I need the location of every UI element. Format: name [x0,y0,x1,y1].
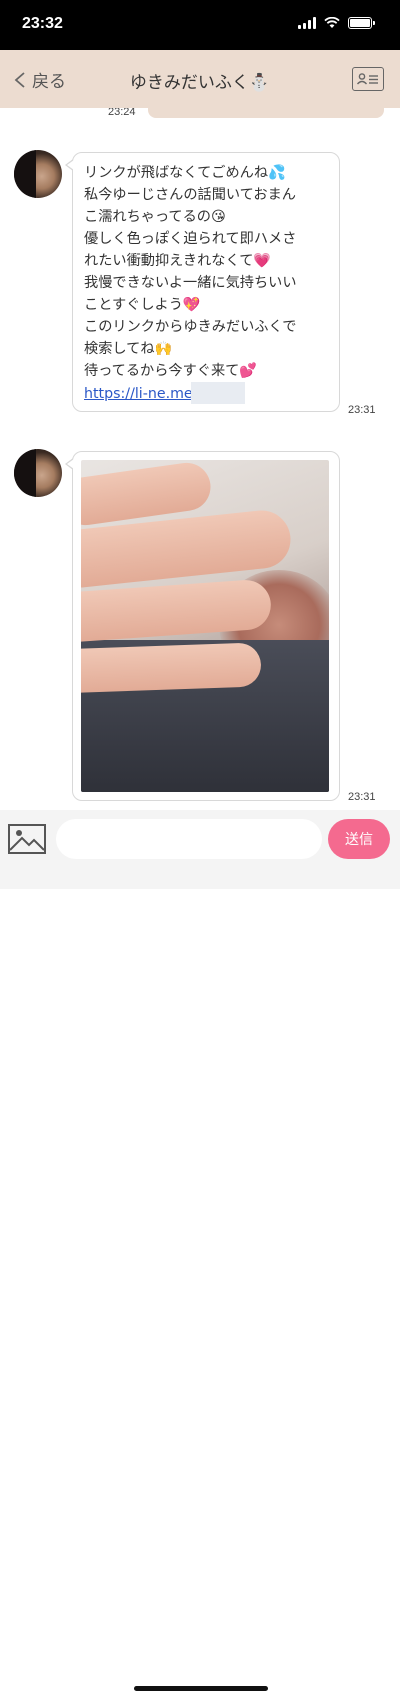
send-button[interactable]: 送信 [328,819,390,859]
message-time: 23:31 [348,404,376,416]
message-time: 23:31 [348,791,376,803]
image-icon [8,824,46,854]
message-bubble: リンクが飛ばなくてごめんね💦 私今ゆーじさんの話聞いておまん こ濡れちゃってるの… [65,152,340,412]
chevron-left-icon [14,71,25,88]
message-text: リンクが飛ばなくてごめんね💦 私今ゆーじさんの話聞いておまん こ濡れちゃってるの… [84,165,297,379]
image-attach-button[interactable] [8,823,46,855]
wifi-icon [324,17,340,28]
battery-icon [348,17,375,29]
message-input[interactable] [56,819,322,859]
image-message-bubble [65,451,340,801]
cellular-signal-icon [298,17,316,29]
message-time: 23:24 [108,108,136,118]
redacted-blur [190,382,245,404]
status-time: 23:32 [22,15,63,32]
chat-messages[interactable]: 23:24 リンクが飛ばなくてごめんね💦 私今ゆーじさんの話聞いておまん こ濡れ… [0,108,400,810]
chat-header: 戻る ゆきみだいふく⛄ [0,50,400,108]
chat-title: ゆきみだいふく⛄ [129,73,271,93]
profile-card-icon [356,73,378,85]
composer-bar: 送信 [0,810,400,1691]
home-indicator [134,1686,268,1691]
profile-card-button[interactable] [352,67,384,91]
message-photo[interactable] [81,460,329,792]
status-bar: 23:32 [0,0,400,50]
avatar[interactable] [14,150,62,198]
avatar[interactable] [14,449,62,497]
back-label: 戻る [32,72,66,92]
status-icons [298,17,375,29]
message-link[interactable]: https://li-ne.me [84,386,193,402]
previous-sent-bubble [148,108,384,118]
back-button[interactable]: 戻る [14,67,66,92]
